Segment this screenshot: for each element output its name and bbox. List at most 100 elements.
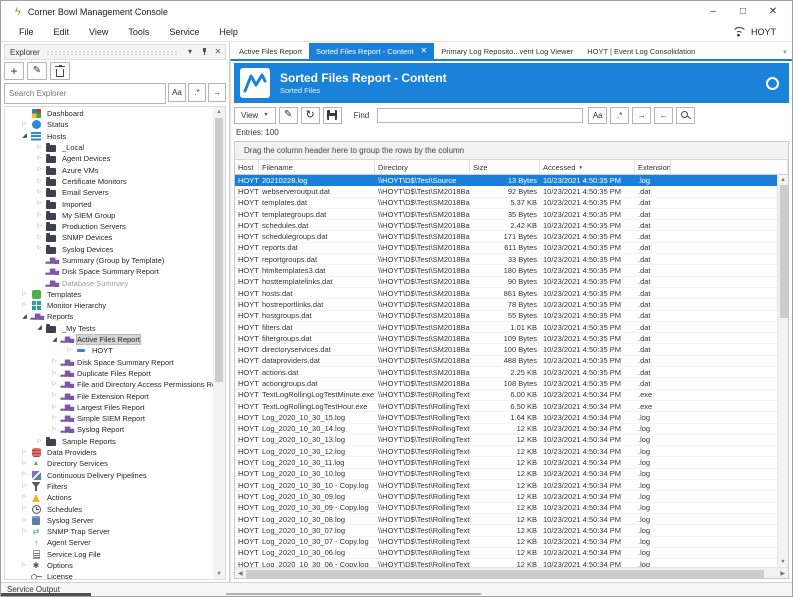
find-previous-button[interactable]: ← (654, 107, 673, 124)
tree-item-agent-server[interactable]: Agent Server (5, 537, 213, 548)
table-row[interactable]: HOYTLog_2020_10_30_10 - Copy.log\\HOYT\D… (235, 480, 777, 491)
save-button[interactable] (323, 107, 342, 124)
close-panel-icon[interactable]: ✕ (211, 48, 225, 56)
tree-item-reports[interactable]: ◢Reports (5, 311, 213, 322)
expand-icon[interactable]: ▷ (34, 201, 45, 207)
table-row[interactable]: HOYTtemplates.dat\\HOYT\D$\Test\SM2018Ba… (235, 198, 777, 209)
drag-handle[interactable] (46, 50, 177, 55)
delete-button[interactable] (50, 62, 70, 80)
regex-button[interactable]: .* (188, 83, 206, 102)
expand-icon[interactable]: ▷ (49, 427, 60, 433)
expand-icon[interactable]: ▷ (19, 303, 30, 309)
menu-tools[interactable]: Tools (118, 27, 159, 37)
table-row[interactable]: HOYTLog_2020_10_30_15.log\\HOYT\D$\Test\… (235, 412, 777, 423)
collapse-icon[interactable]: ◢ (19, 314, 30, 320)
table-row[interactable]: HOYTLog_2020_10_30_08.log\\HOYT\D$\Test\… (235, 514, 777, 525)
tree-item-syslog-report[interactable]: ▷Syslog Report (5, 424, 213, 435)
regex-button[interactable]: .* (610, 107, 629, 124)
table-row[interactable]: HOYThtmltemplates3.dat\\HOYT\D$\Test\SM2… (235, 265, 777, 276)
tree-item-database-summary[interactable]: Database Summary (5, 277, 213, 288)
collapse-icon[interactable]: ◢ (49, 337, 60, 343)
expand-icon[interactable]: ▷ (34, 235, 45, 241)
table-row[interactable]: HOYT20210228.log\\HOYT\D$\Test\Source13 … (235, 175, 777, 186)
table-row[interactable]: HOYTfiltergroups.dat\\HOYT\D$\Test\SM201… (235, 333, 777, 344)
tab-sorted-files-report-content[interactable]: Sorted Files Report - Content✕ (309, 43, 434, 59)
scroll-right-icon[interactable]: ▶ (780, 570, 785, 577)
expand-icon[interactable]: ▷ (64, 348, 75, 354)
scroll-thumb[interactable] (246, 570, 764, 578)
tree-item-snmp-devices[interactable]: ▷SNMP Devices (5, 232, 213, 243)
table-row[interactable]: HOYThosttemplatelinks.dat\\HOYT\D$\Test\… (235, 277, 777, 288)
tree-item-dashboard[interactable]: Dashboard (5, 108, 213, 119)
refresh-button[interactable]: ↻ (301, 107, 320, 124)
table-row[interactable]: HOYTactions.dat\\HOYT\D$\Test\SM2018Back… (235, 367, 777, 378)
tree-item-hoyt[interactable]: ▷HOYT (5, 345, 213, 356)
table-row[interactable]: HOYTLog_2020_10_30_14.log\\HOYT\D$\Test\… (235, 424, 777, 435)
table-row[interactable]: HOYTreports.dat\\HOYT\D$\Test\SM2018Back… (235, 243, 777, 254)
table-row[interactable]: HOYTdirectoryservices.dat\\HOYT\D$\Test\… (235, 344, 777, 355)
tree-item-largest-files-report[interactable]: ▷Largest Files Report (5, 402, 213, 413)
expand-icon[interactable]: ▷ (49, 405, 60, 411)
tree-item-file-extension-report[interactable]: ▷File Extension Report (5, 390, 213, 401)
expand-icon[interactable]: ▷ (19, 122, 30, 128)
tree-item-monitor-hierarchy[interactable]: ▷Monitor Hierarchy (5, 300, 213, 311)
tree-item-active-files-report[interactable]: ◢Active Files Report (5, 334, 213, 345)
scroll-thumb[interactable] (780, 185, 788, 318)
expand-icon[interactable]: ▷ (19, 472, 30, 478)
expand-icon[interactable]: ▷ (34, 156, 45, 162)
table-row[interactable]: HOYTschedulegroups.dat\\HOYT\D$\Test\SM2… (235, 231, 777, 242)
table-row[interactable]: HOYTLog_2020_10_30_09 - Copy.log\\HOYT\D… (235, 503, 777, 514)
expand-icon[interactable]: ▷ (34, 213, 45, 219)
table-row[interactable]: HOYTtemplategroups.dat\\HOYT\D$\Test\SM2… (235, 209, 777, 220)
edit-report-button[interactable]: ✎ (279, 107, 298, 124)
menu-file[interactable]: File (9, 27, 44, 37)
vertical-scrollbar[interactable]: ▲ ▼ (777, 175, 788, 567)
expand-icon[interactable]: ▷ (34, 439, 45, 445)
expand-icon[interactable]: ▷ (34, 246, 45, 252)
expand-icon[interactable]: ▷ (49, 393, 60, 399)
table-row[interactable]: HOYTLog_2020_10_30_07 - Copy.log\\HOYT\D… (235, 537, 777, 548)
expand-icon[interactable]: ▷ (34, 179, 45, 185)
chevron-down-icon[interactable]: ▾ (183, 48, 197, 56)
expand-icon[interactable]: ▷ (19, 529, 30, 535)
tree-item-duplicate-files-report[interactable]: ▷Duplicate Files Report (5, 368, 213, 379)
expand-icon[interactable]: ▷ (19, 506, 30, 512)
expand-icon[interactable]: ▷ (19, 450, 30, 456)
expand-icon[interactable]: ▷ (49, 359, 60, 365)
tree-item-imported[interactable]: ▷Imported (5, 198, 213, 209)
tree-item-certificate-monitors[interactable]: ▷Certificate Monitors (5, 176, 213, 187)
close-tab-icon[interactable]: ✕ (420, 47, 427, 55)
table-row[interactable]: HOYTLog_2020_10_30_09.log\\HOYT\D$\Test\… (235, 491, 777, 502)
tree-item-agent-devices[interactable]: ▷Agent Devices (5, 153, 213, 164)
tree-item-disk-space-summary-report[interactable]: ▷Disk Space Summary Report (5, 357, 213, 368)
table-row[interactable]: HOYTactiongroups.dat\\HOYT\D$\Test\SM201… (235, 378, 777, 389)
expand-icon[interactable]: ▷ (34, 224, 45, 230)
tree-item-production-servers[interactable]: ▷Production Servers (5, 221, 213, 232)
menu-service[interactable]: Service (159, 27, 209, 37)
tree-item-status[interactable]: ▷Status (5, 119, 213, 130)
tree-item-disk-space-summary-report[interactable]: Disk Space Summary Report (5, 266, 213, 277)
tree-item-snmp-trap-server[interactable]: ▷SNMP Trap Server (5, 526, 213, 537)
tree-item-syslog-devices[interactable]: ▷Syslog Devices (5, 244, 213, 255)
collapse-icon[interactable]: ◢ (34, 325, 45, 331)
tree-item-email-servers[interactable]: ▷Email Servers (5, 187, 213, 198)
table-row[interactable]: HOYTLog_2020_10_30_11.log\\HOYT\D$\Test\… (235, 457, 777, 468)
table-row[interactable]: HOYTLog_2020_10_30_12.log\\HOYT\D$\Test\… (235, 446, 777, 457)
table-row[interactable]: HOYTdataproviders.dat\\HOYT\D$\Test\SM20… (235, 356, 777, 367)
expand-icon[interactable]: ▷ (19, 563, 30, 569)
column-header-directory[interactable]: Directory (375, 160, 470, 174)
expand-icon[interactable]: ▷ (19, 461, 30, 467)
table-row[interactable]: HOYTTextLogRollingLogTestHour.exe\\HOYT\… (235, 401, 777, 412)
close-button[interactable]: ✕ (758, 4, 788, 20)
search-input[interactable] (4, 83, 166, 104)
tree-item-my-siem-group[interactable]: ▷My SIEM Group (5, 210, 213, 221)
tree-item-service-log-file[interactable]: Service Log File (5, 549, 213, 560)
column-header-accessed[interactable]: Accessed▼ (540, 160, 635, 174)
column-header-extension[interactable]: Extension (635, 160, 671, 174)
expand-icon[interactable]: ▷ (19, 495, 30, 501)
find-input[interactable] (377, 108, 583, 123)
tree-scrollbar[interactable]: ▲ ▼ (213, 107, 225, 579)
expand-icon[interactable]: ▷ (49, 371, 60, 377)
scroll-left-icon[interactable]: ◀ (238, 570, 243, 577)
tree-item-options[interactable]: ▷Options (5, 560, 213, 571)
